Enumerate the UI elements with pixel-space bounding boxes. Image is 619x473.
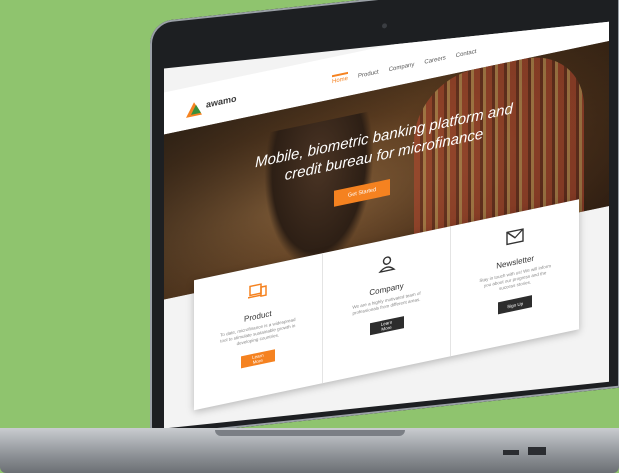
- envelope-icon: [506, 228, 524, 246]
- laptop-screen: awamo Home Product Company Careers Conta…: [164, 21, 609, 429]
- nav-item-home[interactable]: Home: [332, 71, 349, 86]
- laptop-lid: awamo Home Product Company Careers Conta…: [150, 0, 619, 437]
- website: awamo Home Product Company Careers Conta…: [164, 21, 609, 429]
- laptop-notch: [215, 430, 405, 436]
- port-icon: [528, 447, 546, 455]
- card-company: Company We are a highly motivated team o…: [322, 226, 452, 384]
- linkedin-icon[interactable]: in: [566, 21, 575, 24]
- learn-more-button[interactable]: Learn More: [369, 316, 404, 336]
- social-links: f t in ✉: [542, 21, 587, 29]
- laptop: awamo Home Product Company Careers Conta…: [150, 0, 619, 454]
- nav-item-product[interactable]: Product: [358, 69, 379, 79]
- learn-more-button[interactable]: Learn More: [240, 349, 275, 369]
- card-newsletter: Newsletter Stay in touch with us! We wil…: [451, 199, 579, 356]
- nav-item-contact[interactable]: Contact: [456, 49, 477, 59]
- twitter-icon[interactable]: t: [554, 21, 563, 26]
- devices-icon: [247, 283, 267, 299]
- port-icon: [503, 450, 519, 455]
- facebook-icon[interactable]: f: [542, 21, 551, 29]
- camera-icon: [382, 23, 387, 29]
- person-icon: [377, 256, 396, 274]
- card-product: Product To date, microfinance is a wides…: [194, 253, 323, 411]
- logo-text[interactable]: awamo: [206, 93, 237, 109]
- logo-icon: [186, 100, 202, 118]
- nav-item-careers[interactable]: Careers: [424, 55, 445, 65]
- nav-item-company[interactable]: Company: [389, 62, 415, 73]
- sign-up-button[interactable]: Sign Up: [498, 295, 533, 315]
